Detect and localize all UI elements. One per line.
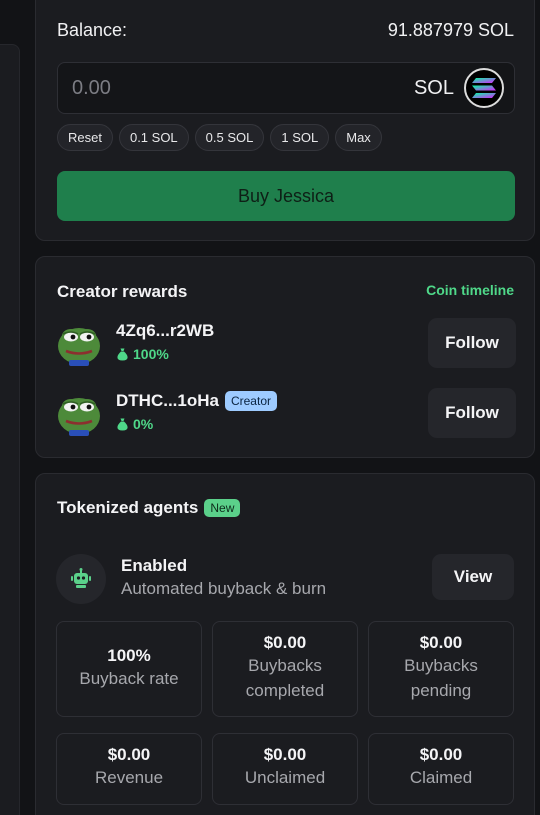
stat-buybacks-pending: $0.00 Buybacks pending (368, 621, 514, 717)
amount-chip-0.5[interactable]: 0.5 SOL (194, 124, 265, 151)
reset-chip[interactable]: Reset (57, 124, 113, 151)
follow-button[interactable]: Follow (428, 318, 516, 368)
stat-value: 100% (107, 646, 151, 665)
money-bag-icon (117, 348, 128, 360)
follow-button[interactable]: Follow (428, 388, 516, 438)
stat-value: $0.00 (263, 745, 307, 764)
stat-claimed: $0.00 Claimed (368, 733, 514, 805)
buy-button[interactable]: Buy Jessica (57, 171, 515, 221)
balance-value: 91.887979 SOL (387, 20, 514, 40)
creator-address[interactable]: 4Zq6...r2WB (116, 321, 214, 341)
amount-input[interactable] (72, 75, 372, 101)
creator-address[interactable]: DTHC...1oHa Creator (116, 391, 277, 411)
stat-label: Unclaimed (244, 768, 326, 787)
stat-value: $0.00 (107, 745, 151, 764)
stat-value: $0.00 (263, 633, 307, 652)
stat-buyback-rate: 100% Buyback rate (56, 621, 202, 717)
stat-value: $0.00 (419, 633, 463, 652)
view-button[interactable]: View (432, 554, 514, 600)
agent-status-title: Enabled (121, 556, 188, 575)
currency-label: SOL (413, 77, 454, 99)
pepe-avatar[interactable] (56, 390, 102, 436)
stat-label: Buybacks completed (245, 656, 325, 700)
balance-label: Balance: (57, 20, 128, 40)
balance-row: Balance: 91.887979 SOL (57, 20, 514, 41)
pepe-avatar[interactable] (56, 320, 102, 366)
creator-row: 4Zq6...r2WB 100% Follow (56, 318, 516, 368)
solana-logo-icon (464, 68, 504, 108)
reward-share: 100% (117, 346, 169, 362)
money-bag-icon (117, 418, 128, 430)
stat-unclaimed: $0.00 Unclaimed (212, 733, 358, 805)
tokenized-agents-title: Tokenized agents New (57, 498, 241, 518)
stat-buybacks-completed: $0.00 Buybacks completed (212, 621, 358, 717)
stat-label: Revenue (94, 768, 164, 787)
quick-amount-row: Reset 0.1 SOL 0.5 SOL 1 SOL Max (57, 124, 382, 151)
new-badge: New (204, 499, 241, 517)
amount-chip-1[interactable]: 1 SOL (270, 124, 330, 151)
amount-chip-0.1[interactable]: 0.1 SOL (118, 124, 189, 151)
stat-value: $0.00 (419, 745, 463, 764)
tokenized-agents-panel: Tokenized agents New Enabled Automated b… (35, 473, 535, 815)
creator-badge: Creator (224, 391, 277, 411)
agent-status-subtitle: Automated buyback & burn (121, 579, 327, 598)
left-panel-edge (0, 44, 20, 815)
stat-revenue: $0.00 Revenue (56, 733, 202, 805)
amount-field[interactable]: SOL (57, 62, 515, 114)
reward-share: 0% (117, 416, 153, 432)
robot-icon (56, 554, 106, 604)
stat-label: Claimed (409, 768, 473, 787)
stat-label: Buybacks pending (404, 656, 478, 700)
coin-timeline-link[interactable]: Coin timeline (426, 282, 514, 298)
max-chip[interactable]: Max (335, 124, 382, 151)
stat-label: Buyback rate (79, 669, 179, 688)
creator-rewards-panel: Creator rewards Coin timeline 4Zq6...r2W… (35, 256, 535, 458)
trade-panel: Balance: 91.887979 SOL SOL Reset 0.1 SOL… (35, 0, 535, 241)
creator-row: DTHC...1oHa Creator 0% Follow (56, 388, 516, 438)
creator-rewards-title: Creator rewards (57, 282, 188, 301)
